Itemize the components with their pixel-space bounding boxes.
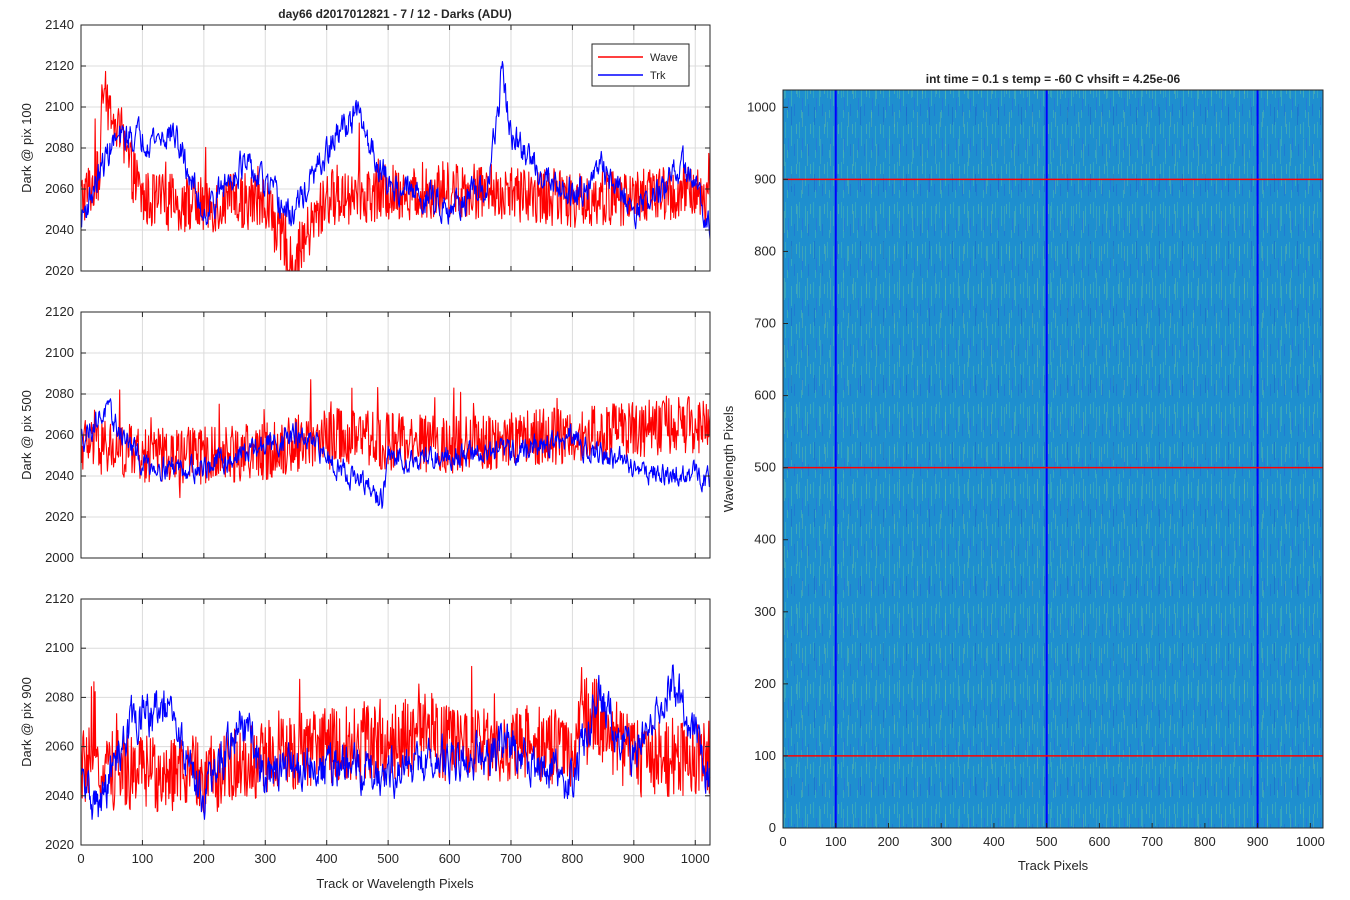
ylabel-middle: Dark @ pix 500 [19, 390, 34, 480]
y-tick-label: 2040 [45, 788, 74, 803]
y-tick-label: 2100 [45, 99, 74, 114]
x-tick-label: 100 [132, 851, 154, 866]
heatmap-y-tick-label: 0 [769, 820, 776, 835]
x-tick-label: 300 [254, 851, 276, 866]
y-tick-label: 2120 [45, 304, 74, 319]
x-tick-label: 500 [377, 851, 399, 866]
heatmap-y-tick-label: 300 [754, 604, 776, 619]
heatmap-y-tick-label: 200 [754, 676, 776, 691]
y-tick-label: 2040 [45, 468, 74, 483]
x-tick-label: 0 [77, 851, 84, 866]
x-tick-label: 600 [439, 851, 461, 866]
y-tick-label: 2000 [45, 550, 74, 565]
heatmap-y-tick-label: 500 [754, 460, 776, 475]
y-tick-label: 2020 [45, 837, 74, 852]
y-tick-label: 2060 [45, 427, 74, 442]
panel-title-top: day66 d2017012821 - 7 / 12 - Darks (ADU) [278, 7, 511, 21]
y-tick-label: 2020 [45, 263, 74, 278]
heatmap-y-tick-label: 800 [754, 243, 776, 258]
heatmap-x-tick-label: 900 [1247, 834, 1269, 849]
legend-label-wave: Wave [650, 52, 678, 64]
heatmap-y-tick-label: 1000 [747, 99, 776, 114]
heatmap-x-tick-label: 1000 [1296, 834, 1325, 849]
heatmap-x-tick-label: 500 [1036, 834, 1058, 849]
figure: day66 d2017012821 - 7 / 12 - Darks (ADU)… [19, 7, 1325, 891]
heatmap-ylabel: Wavelength Pixels [721, 405, 736, 512]
heatmap-y-tick-label: 600 [754, 388, 776, 403]
y-tick-label: 2060 [45, 181, 74, 196]
x-tick-label: 900 [623, 851, 645, 866]
y-tick-label: 2080 [45, 140, 74, 155]
heatmap-y-tick-label: 700 [754, 316, 776, 331]
x-tick-label: 200 [193, 851, 215, 866]
heatmap-x-tick-label: 700 [1141, 834, 1163, 849]
legend-box [591, 43, 690, 87]
y-tick-label: 2020 [45, 509, 74, 524]
x-tick-label: 400 [316, 851, 338, 866]
y-tick-label: 2120 [45, 58, 74, 73]
heatmap-x-tick-label: 100 [825, 834, 847, 849]
y-tick-label: 2120 [45, 591, 74, 606]
heatmap-x-tick-label: 600 [1089, 834, 1111, 849]
xlabel-bottom: Track or Wavelength Pixels [316, 876, 474, 891]
ylabel-top: Dark @ pix 100 [19, 103, 34, 193]
heatmap-x-tick-label: 800 [1194, 834, 1216, 849]
panel-heatmap: int time = 0.1 s temp = -60 C vhsift = 4… [721, 72, 1323, 873]
heatmap-y-tick-label: 900 [754, 171, 776, 186]
y-tick-label: 2100 [45, 640, 74, 655]
heatmap-title: int time = 0.1 s temp = -60 C vhsift = 4… [926, 72, 1181, 86]
heatmap-xlabel: Track Pixels [1018, 858, 1089, 873]
y-tick-label: 2140 [45, 17, 74, 32]
panel-dark-pix-500: Dark @ pix 500 [19, 390, 34, 480]
y-tick-label: 2060 [45, 739, 74, 754]
y-tick-label: 2100 [45, 345, 74, 360]
ylabel-bottom: Dark @ pix 900 [19, 677, 34, 767]
heatmap-x-tick-label: 200 [878, 834, 900, 849]
y-tick-label: 2040 [45, 222, 74, 237]
x-tick-label: 800 [562, 851, 584, 866]
heatmap-texture [783, 90, 1323, 828]
legend-label-trk: Trk [650, 70, 666, 82]
heatmap-x-tick-label: 300 [930, 834, 952, 849]
y-tick-label: 2080 [45, 689, 74, 704]
x-tick-label: 700 [500, 851, 522, 866]
legend[interactable]: Wave Trk [591, 43, 690, 87]
heatmap-x-tick-label: 400 [983, 834, 1005, 849]
heatmap-y-tick-label: 400 [754, 532, 776, 547]
x-tick-label: 1000 [681, 851, 710, 866]
heatmap-y-tick-label: 100 [754, 748, 776, 763]
y-tick-label: 2080 [45, 386, 74, 401]
heatmap-x-tick-label: 0 [779, 834, 786, 849]
